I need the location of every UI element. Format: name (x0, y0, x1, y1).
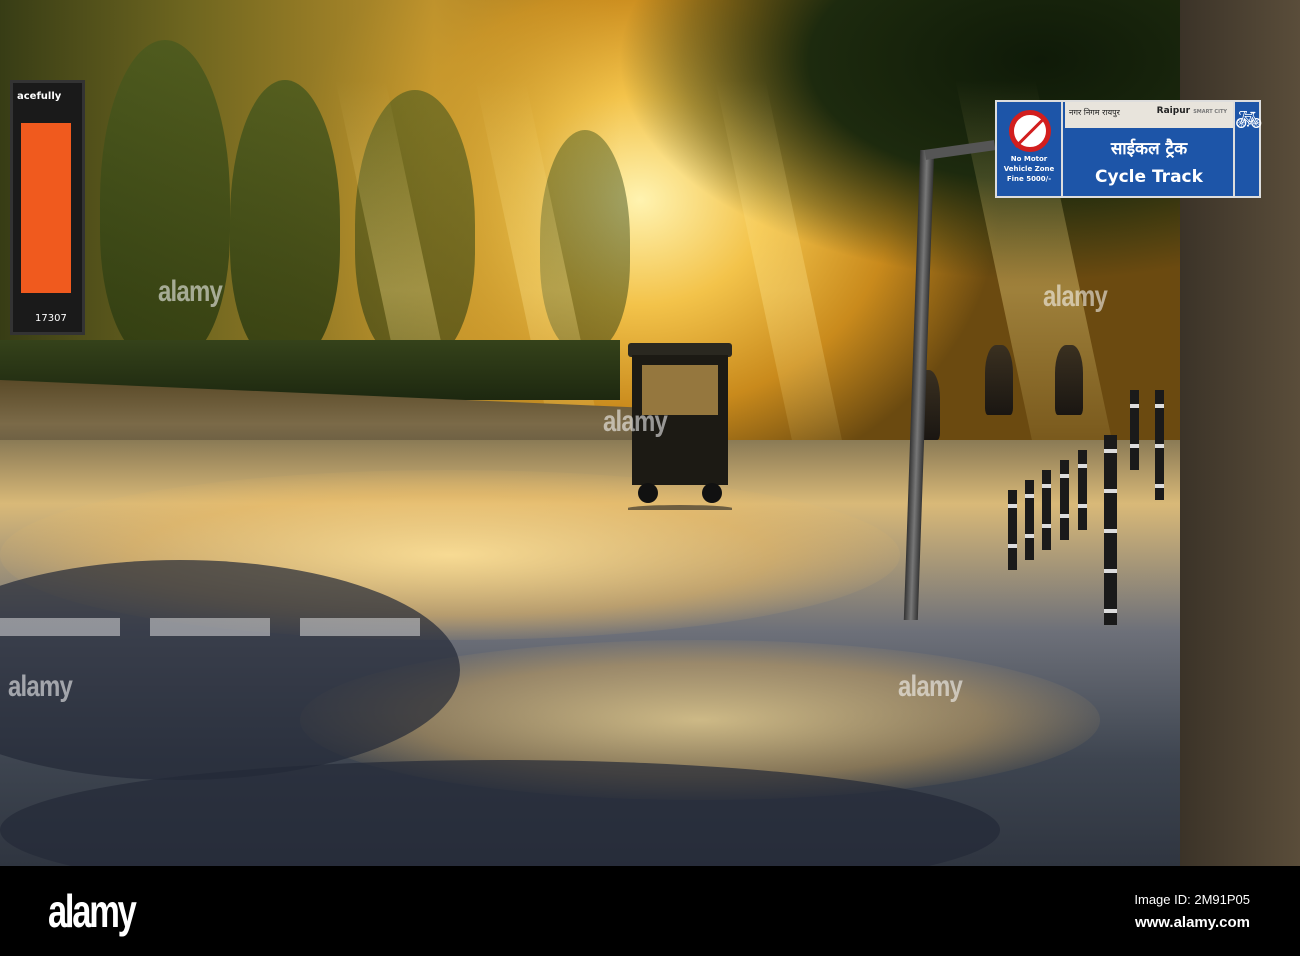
bollard (1078, 450, 1087, 530)
sign-title-english: Cycle Track (1095, 167, 1203, 187)
billboard: acefully 17307 (10, 80, 85, 335)
notice-line: No Motor (1010, 155, 1048, 163)
bollard (1130, 390, 1139, 470)
bollard (1155, 390, 1164, 500)
sign-brand-sub: SMART CITY (1193, 109, 1227, 115)
sign-header: नगर निगम रायपुर Raipur SMART CITY (1065, 102, 1233, 128)
site-url: www.alamy.com (1134, 914, 1250, 931)
bollard (1104, 435, 1117, 625)
bollard (1060, 460, 1069, 540)
billboard-number: 17307 (35, 313, 67, 324)
bollard (1008, 490, 1017, 570)
watermark: alamy (603, 405, 668, 438)
tree (230, 80, 340, 360)
watermark: alamy (8, 670, 73, 703)
sign-title-hindi: साईकल ट्रैक (1110, 139, 1188, 159)
sign-main-panel: साईकल ट्रैक Cycle Track (1065, 130, 1233, 198)
footer-bar: alamy Image ID: 2M91P05 www.alamy.com (0, 866, 1300, 956)
tree (100, 40, 230, 360)
bollard (1025, 480, 1034, 560)
cycle-track-sign: No Motor Vehicle Zone Fine 5000/- नगर नि… (995, 100, 1263, 198)
alamy-logo: alamy (48, 885, 137, 937)
bicycle-icon: 🚲︎ (1233, 102, 1263, 198)
watermark: alamy (158, 275, 223, 308)
street-photo: acefully 17307 No Motor Vehicle Zone Fin… (0, 0, 1300, 866)
billboard-text: acefully (17, 91, 62, 102)
motorcyclist (985, 345, 1013, 415)
bollard (1042, 470, 1051, 550)
sign-header-hindi: नगर निगम रायपुर (1069, 108, 1120, 117)
sign-brand: Raipur SMART CITY (1157, 106, 1227, 116)
image-id: Image ID: 2M91P05 (1134, 892, 1250, 907)
watermark: alamy (898, 670, 963, 703)
no-vehicles-icon (1009, 110, 1051, 152)
sign-brand-name: Raipur (1156, 106, 1191, 116)
motorcyclist (1055, 345, 1083, 415)
crosswalk (0, 618, 420, 636)
notice-line: Fine 5000/- (1006, 175, 1052, 183)
notice-line: Vehicle Zone (1003, 165, 1055, 173)
watermark: alamy (1043, 280, 1108, 313)
no-motor-vehicle-notice: No Motor Vehicle Zone Fine 5000/- (997, 102, 1063, 198)
